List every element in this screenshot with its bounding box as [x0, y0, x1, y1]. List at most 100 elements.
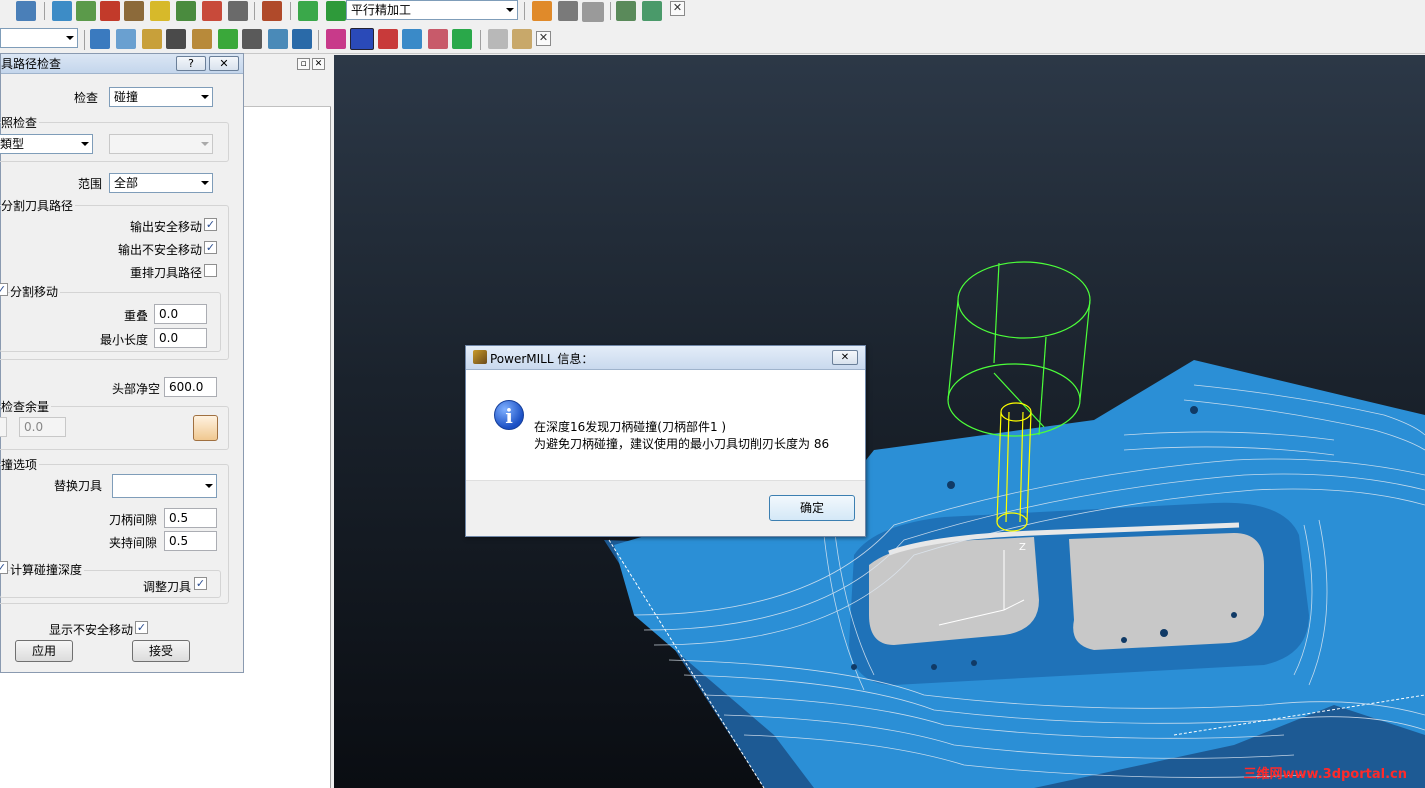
split-group-title: 分割刀具路径 — [1, 197, 76, 214]
rapid-move-icon[interactable] — [124, 1, 144, 21]
min-length-input[interactable]: 0.0 — [154, 328, 207, 348]
entity-combo[interactable] — [109, 134, 213, 154]
secondary-toolbar: ✕ — [0, 24, 1425, 54]
offset-icon[interactable] — [452, 29, 472, 49]
tool-holder-wireframe — [947, 261, 1091, 437]
toolpath-strategy-icon[interactable] — [262, 1, 282, 21]
close-icon[interactable]: ✕ — [312, 58, 325, 70]
finishing-icon[interactable] — [298, 1, 318, 21]
edit-icon[interactable] — [402, 29, 422, 49]
replace-tool-combo[interactable] — [112, 474, 217, 498]
type-combo[interactable]: 類型 — [0, 134, 93, 154]
close-icon[interactable]: ✕ — [670, 1, 685, 16]
check-toolpath-icon[interactable] — [616, 1, 636, 21]
point-icon[interactable] — [378, 29, 398, 49]
message-titlebar: PowerMILL 信息： ✕ — [466, 346, 865, 370]
wireframe-icon[interactable] — [142, 29, 162, 49]
start-point-icon[interactable] — [176, 1, 196, 21]
dialog-close-button[interactable]: ✕ — [209, 56, 239, 71]
output-unsafe-checkbox[interactable]: ✓ — [204, 241, 217, 254]
check-group-title: 照检查 — [1, 114, 40, 131]
help-button[interactable]: ? — [176, 56, 206, 71]
collision-icon[interactable] — [642, 1, 662, 21]
tool-holder-icon[interactable] — [488, 29, 508, 49]
pan-icon[interactable] — [192, 29, 212, 49]
zoom-icon[interactable] — [166, 29, 186, 49]
show-unsafe-label: 显示不安全移动 — [48, 623, 133, 637]
type-value: 類型 — [0, 137, 25, 151]
curve-icon[interactable] — [326, 29, 346, 49]
shading-icon[interactable] — [116, 29, 136, 49]
show-unsafe-checkbox[interactable]: ✓ — [135, 621, 148, 634]
boundary-icon[interactable] — [228, 1, 248, 21]
chevron-down-icon — [506, 8, 514, 12]
lead-icon[interactable] — [150, 1, 170, 21]
close-icon[interactable]: ✕ — [536, 31, 551, 46]
range-value: 全部 — [114, 176, 139, 190]
split-move-checkbox[interactable]: ✓ — [0, 283, 8, 296]
message-line-2: 为避免刀柄碰撞，建议使用的最小刀具切削刃长度为 86 — [534, 437, 830, 451]
accept-button[interactable]: 接受 — [132, 640, 190, 662]
calc-depth-checkbox[interactable]: ✓ — [0, 561, 8, 574]
copy-icon[interactable] — [268, 29, 288, 49]
block-icon[interactable] — [52, 1, 72, 21]
chevron-down-icon — [201, 95, 209, 99]
calculator-icon[interactable] — [558, 1, 578, 21]
chevron-down-icon — [205, 484, 213, 488]
range-combo[interactable]: 全部 — [109, 173, 213, 193]
reorder-checkbox[interactable] — [204, 264, 217, 277]
surface-icon[interactable] — [428, 29, 448, 49]
collision-group-title: 撞选项 — [1, 456, 40, 473]
overlap-input[interactable]: 0.0 — [154, 304, 207, 324]
head-clearance-label: 头部净空 — [111, 382, 160, 396]
thickness-button[interactable] — [193, 415, 218, 441]
tool-icon[interactable] — [76, 1, 96, 21]
ruler-icon[interactable] — [582, 2, 604, 22]
chevron-down-icon — [201, 181, 209, 185]
output-safe-label: 输出安全移动 — [129, 220, 202, 234]
simulate-icon[interactable] — [532, 1, 552, 21]
reorder-label: 重排刀具路径 — [129, 266, 202, 280]
watermark-text: 三维网www.3dportal.cn — [1243, 767, 1407, 782]
head-clearance-input[interactable]: 600.0 — [164, 377, 217, 397]
model-icon[interactable] — [16, 1, 36, 21]
pattern-icon[interactable] — [350, 28, 374, 50]
adjust-tool-checkbox[interactable]: ✓ — [194, 577, 207, 590]
delete-icon[interactable] — [292, 29, 312, 49]
overlap-label: 重叠 — [123, 309, 148, 323]
allowance-group-title: 检查余量 — [1, 398, 52, 415]
range-label: 范围 — [77, 177, 102, 191]
info-icon: i — [494, 400, 524, 430]
list-icon[interactable] — [242, 29, 262, 49]
chevron-down-icon — [66, 36, 74, 40]
split-move-label: 分割移动 — [10, 283, 61, 300]
layer-icon[interactable] — [218, 29, 238, 49]
restore-icon[interactable]: ▫ — [297, 58, 310, 70]
end-point-icon[interactable] — [202, 1, 222, 21]
dialog-title: 具路径检查 — [1, 57, 62, 71]
axial-allowance-input[interactable]: 0.0 — [19, 417, 66, 437]
view-combo[interactable] — [0, 28, 78, 48]
message-close-button[interactable]: ✕ — [832, 350, 858, 365]
tool-shank-icon[interactable] — [512, 29, 532, 49]
info-message-box: PowerMILL 信息： ✕ i 在深度16发现刀柄碰撞(刀柄部件1 ) 为避… — [465, 345, 866, 537]
rotate-icon[interactable] — [90, 29, 110, 49]
ok-button[interactable]: 确定 — [769, 495, 855, 521]
message-footer: 确定 — [466, 480, 865, 536]
strategy-combo[interactable]: 平行精加工 — [346, 0, 518, 20]
check-value: 碰撞 — [114, 90, 139, 104]
min-length-label: 最小长度 — [99, 333, 148, 347]
output-safe-checkbox[interactable]: ✓ — [204, 218, 217, 231]
radial-allowance-input[interactable] — [0, 417, 7, 437]
left-blank-area — [0, 672, 243, 788]
powermill-icon — [473, 350, 487, 364]
chevron-down-icon — [81, 142, 89, 146]
shank-clearance-input[interactable]: 0.5 — [164, 508, 217, 528]
message-title: PowerMILL 信息： — [490, 352, 594, 366]
feed-icon[interactable] — [100, 1, 120, 21]
toolpath-check-dialog: 具路径检查 ? ✕ 检查 碰撞 照检查 類型 范围 全部 分割刀具路径 输出安全… — [0, 53, 244, 673]
apply-button[interactable]: 应用 — [15, 640, 73, 662]
chevron-down-icon — [201, 142, 209, 146]
check-combo[interactable]: 碰撞 — [109, 87, 213, 107]
holder-clearance-input[interactable]: 0.5 — [164, 531, 217, 551]
